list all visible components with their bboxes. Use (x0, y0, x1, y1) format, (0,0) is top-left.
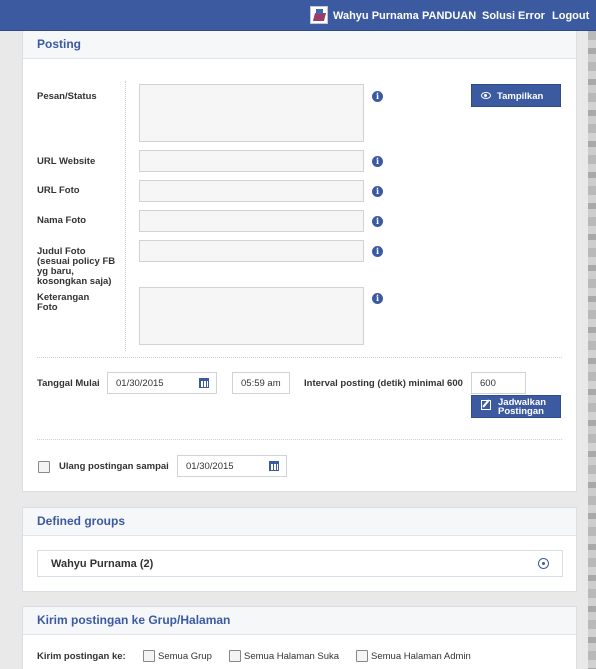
photo-name-input[interactable] (139, 210, 364, 232)
separator (37, 439, 562, 440)
interval-label: Interval posting (detik) minimal 600 (304, 378, 463, 389)
nav-solusi-error[interactable]: Solusi Error (482, 10, 545, 22)
show-button-label: Tampilkan (497, 91, 544, 102)
send-to-panel: Kirim postingan ke Grup/Halaman Kirim po… (22, 606, 577, 669)
photo-title-input[interactable] (139, 240, 364, 262)
option-all-groups: Semua Grup (158, 651, 212, 662)
checkbox-all-liked-pages[interactable] (229, 650, 241, 662)
photo-desc-textarea[interactable] (139, 287, 364, 345)
edit-icon (481, 400, 491, 410)
info-icon[interactable]: i (372, 156, 383, 167)
nav-logout[interactable]: Logout (552, 10, 589, 22)
url-photo-input[interactable] (139, 180, 364, 202)
info-icon[interactable]: i (372, 293, 383, 304)
checkbox-all-admin-pages[interactable] (356, 650, 368, 662)
user-avatar[interactable] (310, 6, 328, 24)
photo-title-label: Judul Foto (sesuai policy FB yg baru, ko… (37, 246, 116, 287)
message-label: Pesan/Status (37, 91, 97, 102)
posting-panel-header: Posting (23, 31, 576, 59)
top-nav-bar: Wahyu Purnama PANDUAN Solusi Error Logou… (0, 0, 596, 31)
start-time-value: 05:59 am (241, 378, 281, 389)
info-icon[interactable]: i (372, 246, 383, 257)
schedule-post-button-label: Jadwalkan Postingan (498, 397, 547, 417)
calendar-icon[interactable] (199, 378, 209, 388)
form-divider (125, 81, 126, 351)
separator (37, 357, 562, 358)
send-to-title: Kirim postingan ke Grup/Halaman (37, 613, 231, 627)
info-icon[interactable]: i (372, 216, 383, 227)
url-website-label: URL Website (37, 156, 96, 167)
defined-groups-panel: Defined groups Wahyu Purnama (2) (22, 507, 577, 592)
group-name: Wahyu Purnama (2) (51, 558, 154, 570)
repeat-checkbox[interactable] (38, 461, 50, 473)
photo-desc-label: Keterangan Foto (37, 292, 90, 313)
interval-value: 600 (480, 378, 496, 389)
repeat-date-input[interactable]: 01/30/2015 (177, 455, 287, 477)
user-name-link[interactable]: Wahyu Purnama (333, 10, 419, 22)
start-time-input[interactable]: 05:59 am (232, 372, 290, 394)
nav-panduan[interactable]: PANDUAN (422, 10, 476, 22)
send-to-label: Kirim postingan ke: (37, 651, 126, 662)
schedule-post-button[interactable]: Jadwalkan Postingan (471, 395, 561, 418)
checkbox-all-groups[interactable] (143, 650, 155, 662)
calendar-icon[interactable] (269, 461, 279, 471)
posting-panel-title: Posting (37, 37, 81, 51)
url-website-input[interactable] (139, 150, 364, 172)
option-all-liked-pages: Semua Halaman Suka (244, 651, 340, 662)
expand-circle-icon[interactable] (538, 558, 549, 569)
info-icon[interactable]: i (372, 91, 383, 102)
url-photo-label: URL Foto (37, 185, 80, 196)
option-all-admin-pages: Semua Halaman Admin (371, 651, 471, 662)
show-button[interactable]: Tampilkan (471, 84, 561, 107)
eye-icon (481, 92, 491, 99)
photo-name-label: Nama Foto (37, 215, 87, 226)
repeat-label: Ulang postingan sampai (59, 461, 169, 472)
message-textarea[interactable] (139, 84, 364, 142)
defined-groups-title: Defined groups (37, 514, 126, 528)
repeat-date-value: 01/30/2015 (186, 461, 234, 472)
start-date-label: Tanggal Mulai (37, 378, 100, 389)
start-date-value: 01/30/2015 (116, 378, 164, 389)
group-row[interactable]: Wahyu Purnama (2) (37, 550, 563, 577)
interval-input[interactable]: 600 (471, 372, 526, 394)
start-date-input[interactable]: 01/30/2015 (107, 372, 217, 394)
info-icon[interactable]: i (372, 186, 383, 197)
posting-panel: Posting Pesan/Status i Tampilkan URL Web… (22, 31, 577, 492)
defined-groups-header: Defined groups (23, 508, 576, 536)
background-strip (588, 31, 596, 669)
send-to-header: Kirim postingan ke Grup/Halaman (23, 607, 576, 635)
